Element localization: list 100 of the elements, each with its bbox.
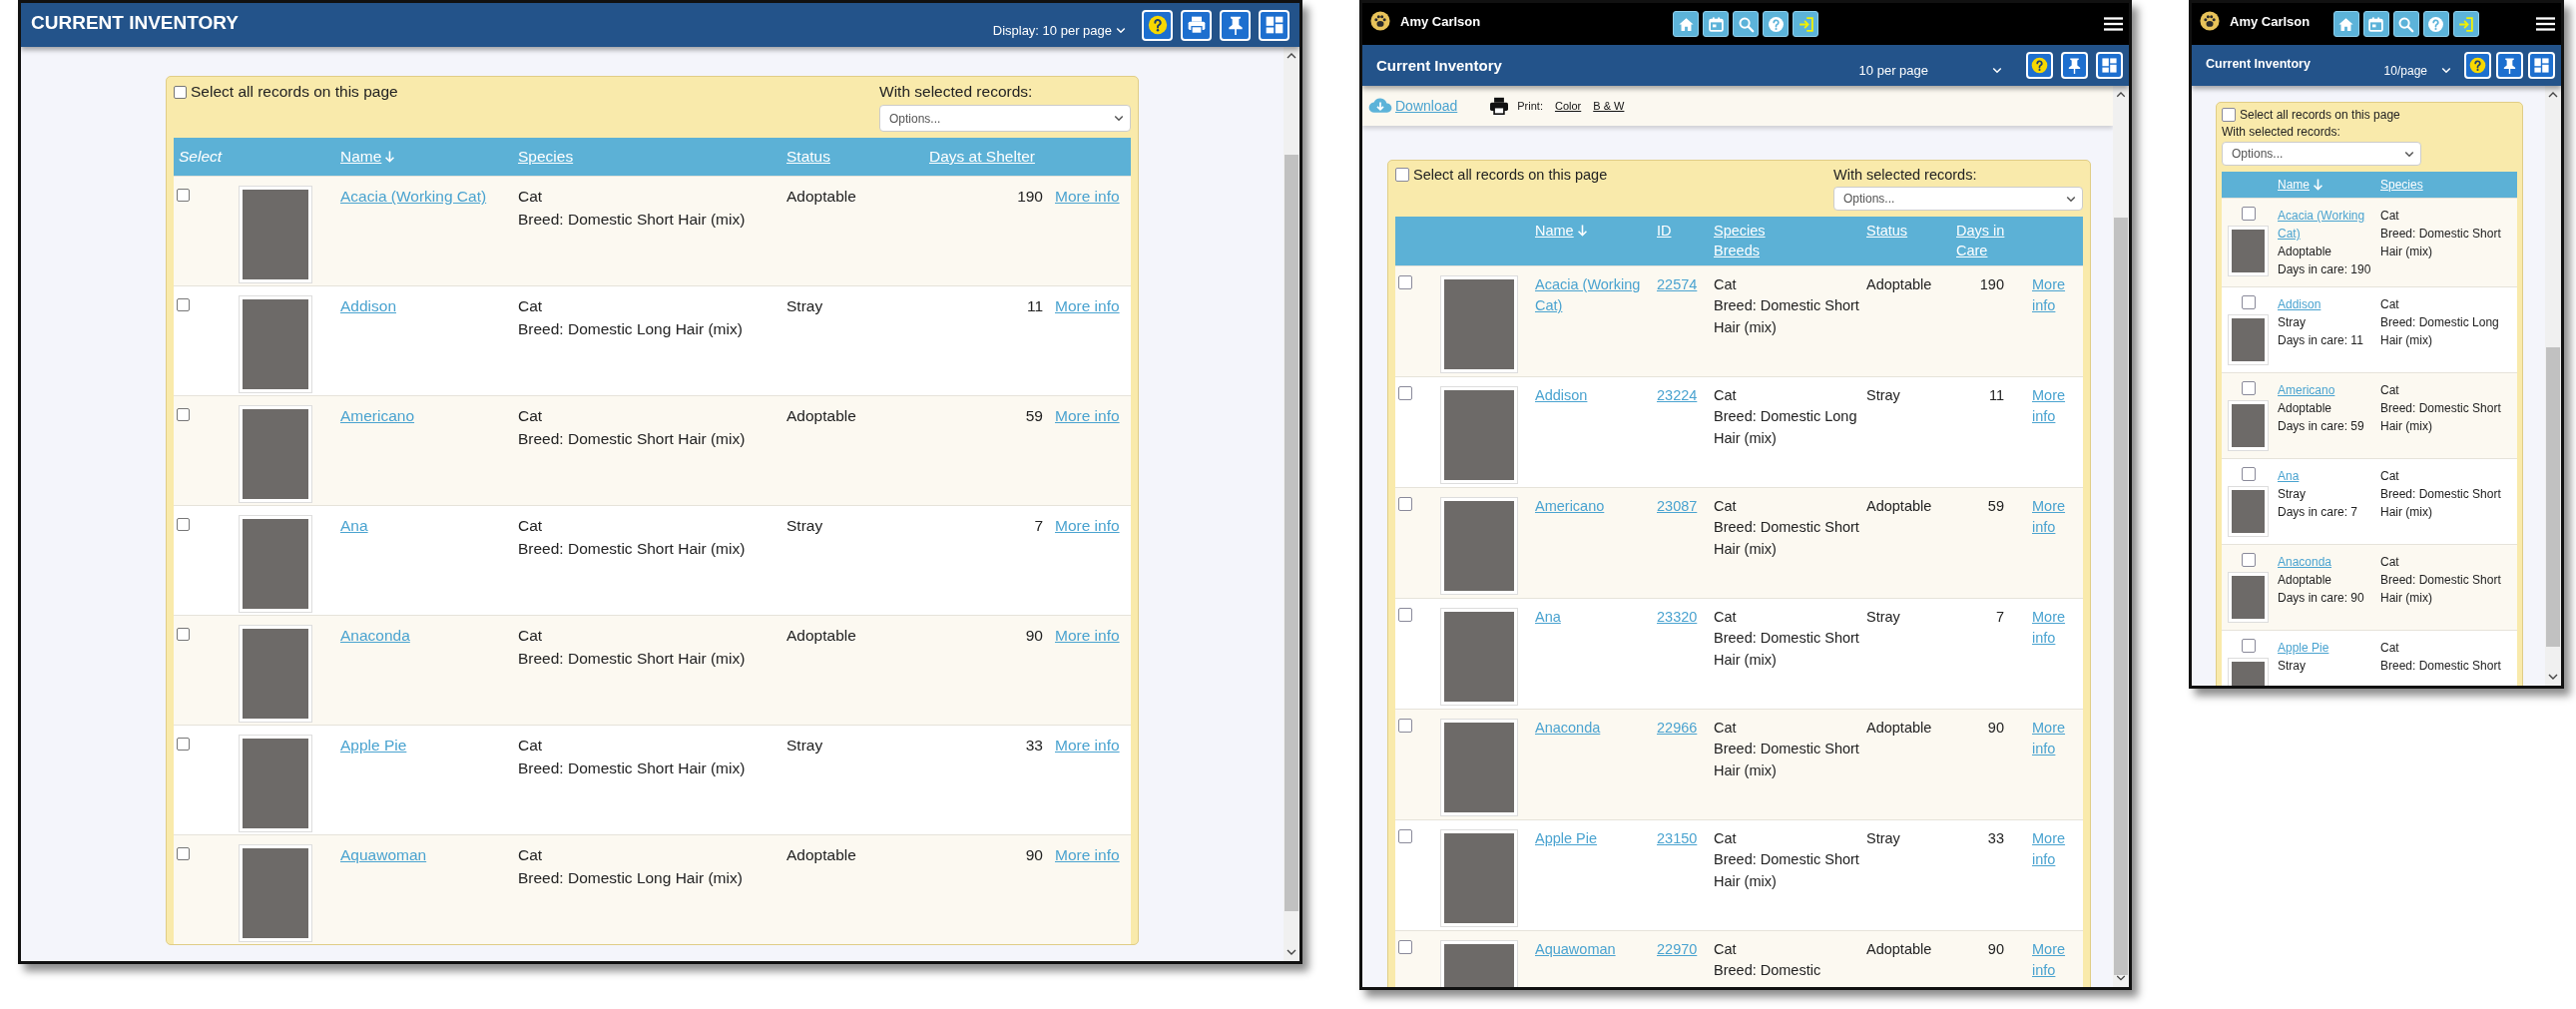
more-info-link[interactable]: More info xyxy=(2032,717,2080,761)
checkbox[interactable] xyxy=(177,518,190,531)
more-info-link[interactable]: More info xyxy=(2032,606,2080,651)
animal-id-link[interactable]: 22970 xyxy=(1657,938,1698,961)
select-all-label[interactable]: Select all records on this page xyxy=(2240,108,2400,122)
select-all-label[interactable]: Select all records on this page xyxy=(1413,167,1608,183)
column-header-link[interactable]: Species xyxy=(518,148,574,166)
more-info-link[interactable]: More info xyxy=(1055,294,1120,318)
animal-id-link[interactable]: 23224 xyxy=(1657,384,1698,407)
more-info-link[interactable]: More info xyxy=(2032,384,2080,429)
checkbox[interactable] xyxy=(2241,553,2256,567)
scroll-up-icon[interactable] xyxy=(1287,53,1296,59)
checkbox[interactable] xyxy=(1398,939,1412,954)
animal-id-link[interactable]: 23320 xyxy=(1657,606,1698,629)
checkbox[interactable] xyxy=(177,847,190,860)
animal-name-link[interactable]: Apple Pie xyxy=(1535,827,1598,850)
checkbox[interactable] xyxy=(2241,295,2256,309)
scroll-down-icon[interactable] xyxy=(1287,949,1296,955)
animal-id-link[interactable]: 22574 xyxy=(1657,273,1698,296)
pin-button[interactable] xyxy=(1220,9,1251,41)
print-option-link[interactable]: Color xyxy=(1554,100,1582,112)
column-header-link[interactable]: Species xyxy=(1714,221,1766,242)
checkbox[interactable] xyxy=(177,189,190,202)
more-info-link[interactable]: More info xyxy=(1055,514,1120,538)
print-button[interactable] xyxy=(1181,9,1212,41)
options-dropdown[interactable]: Options... xyxy=(1833,187,2083,211)
more-info-link[interactable]: More info xyxy=(1055,843,1120,867)
animal-name-link[interactable]: Acacia (Working Cat) xyxy=(340,185,487,209)
animal-name-link[interactable]: Anaconda xyxy=(1535,717,1601,740)
more-info-link[interactable]: More info xyxy=(2032,273,2080,318)
column-header-link[interactable]: Status xyxy=(1866,221,1908,242)
animal-name-link[interactable]: Americano xyxy=(1535,495,1605,518)
animal-name-link[interactable]: Addison xyxy=(340,294,396,318)
column-header-link[interactable]: ID xyxy=(1657,221,1672,242)
more-info-link[interactable]: More info xyxy=(2032,938,2080,983)
layout-button[interactable] xyxy=(1259,9,1289,41)
sign-out-button[interactable] xyxy=(2452,11,2479,37)
home-button[interactable] xyxy=(2332,11,2359,37)
animal-name-link[interactable]: Anaconda xyxy=(2278,553,2332,571)
options-dropdown[interactable]: Options... xyxy=(879,105,1131,132)
more-info-link[interactable]: More info xyxy=(2032,827,2080,872)
checkbox[interactable] xyxy=(1398,274,1412,289)
options-dropdown[interactable]: Options... xyxy=(2222,142,2421,166)
animal-name-link[interactable]: Addison xyxy=(1535,384,1588,407)
scrollbar-track[interactable] xyxy=(2545,86,2561,686)
per-page-dropdown[interactable]: Display: 10 per page xyxy=(992,22,1134,38)
checkbox[interactable] xyxy=(177,298,190,311)
column-header-link[interactable]: Species xyxy=(2380,178,2423,192)
more-info-link[interactable]: More info xyxy=(1055,624,1120,648)
per-page-dropdown[interactable]: 10 per page xyxy=(1858,63,2010,78)
animal-name-link[interactable]: Ana xyxy=(1535,606,1561,629)
column-header-link[interactable]: Days at Shelter xyxy=(929,148,1035,166)
animal-name-link[interactable]: Addison xyxy=(2278,295,2321,313)
animal-name-link[interactable]: Ana xyxy=(340,514,368,538)
more-info-link[interactable]: More info xyxy=(2032,495,2080,540)
download-link[interactable]: Download xyxy=(1368,98,1458,114)
layout-button[interactable] xyxy=(2528,52,2555,79)
animal-id-link[interactable]: 23150 xyxy=(1657,827,1698,850)
checkbox[interactable] xyxy=(1398,718,1412,733)
checkbox[interactable] xyxy=(1395,168,1409,182)
column-header-link[interactable]: Breeds xyxy=(1714,241,1760,261)
checkbox[interactable] xyxy=(177,738,190,751)
more-info-link[interactable]: More info xyxy=(1055,734,1120,757)
animal-name-link[interactable]: Ana xyxy=(2278,467,2300,485)
scrollbar-thumb[interactable] xyxy=(2546,347,2560,647)
checkbox[interactable] xyxy=(1398,385,1412,400)
animal-name-link[interactable]: Anaconda xyxy=(340,624,410,648)
animal-name-link[interactable]: Apple Pie xyxy=(340,734,407,757)
more-info-link[interactable]: More info xyxy=(1055,404,1120,428)
scrollbar-thumb[interactable] xyxy=(1285,155,1298,911)
select-all-label[interactable]: Select all records on this page xyxy=(191,83,398,101)
animal-name-link[interactable]: Americano xyxy=(340,404,415,428)
print-option-link[interactable]: B & W xyxy=(1593,100,1625,112)
checkbox[interactable] xyxy=(177,408,190,421)
checkbox[interactable] xyxy=(2241,639,2256,653)
search-button[interactable] xyxy=(2392,11,2419,37)
checkbox[interactable] xyxy=(1398,828,1412,843)
column-header-link[interactable]: Days in Care xyxy=(1956,221,2018,261)
help-button[interactable] xyxy=(2422,11,2449,37)
column-header-link[interactable]: Status xyxy=(786,148,830,166)
scrollbar-thumb[interactable] xyxy=(2114,217,2128,976)
column-header-link[interactable]: Name xyxy=(1535,221,1588,242)
calendar-button[interactable] xyxy=(2362,11,2389,37)
checkbox[interactable] xyxy=(174,85,187,99)
scroll-up-icon[interactable] xyxy=(2116,92,2126,98)
scroll-down-icon[interactable] xyxy=(2548,674,2558,680)
checkbox[interactable] xyxy=(2241,207,2256,221)
animal-name-link[interactable]: Apple Pie xyxy=(2278,639,2329,657)
scroll-up-icon[interactable] xyxy=(2548,92,2558,98)
checkbox[interactable] xyxy=(177,628,190,641)
checkbox[interactable] xyxy=(2241,467,2256,481)
checkbox[interactable] xyxy=(2241,381,2256,395)
scroll-down-icon[interactable] xyxy=(2116,975,2126,981)
column-header-link[interactable]: Name xyxy=(340,148,396,166)
animal-name-link[interactable]: Americano xyxy=(2278,381,2335,399)
menu-icon[interactable] xyxy=(2536,17,2555,31)
animal-id-link[interactable]: 22966 xyxy=(1657,717,1698,740)
animal-id-link[interactable]: 23087 xyxy=(1657,495,1698,518)
per-page-dropdown[interactable]: 10/page xyxy=(2383,63,2459,78)
scrollbar-track[interactable] xyxy=(1284,47,1299,961)
